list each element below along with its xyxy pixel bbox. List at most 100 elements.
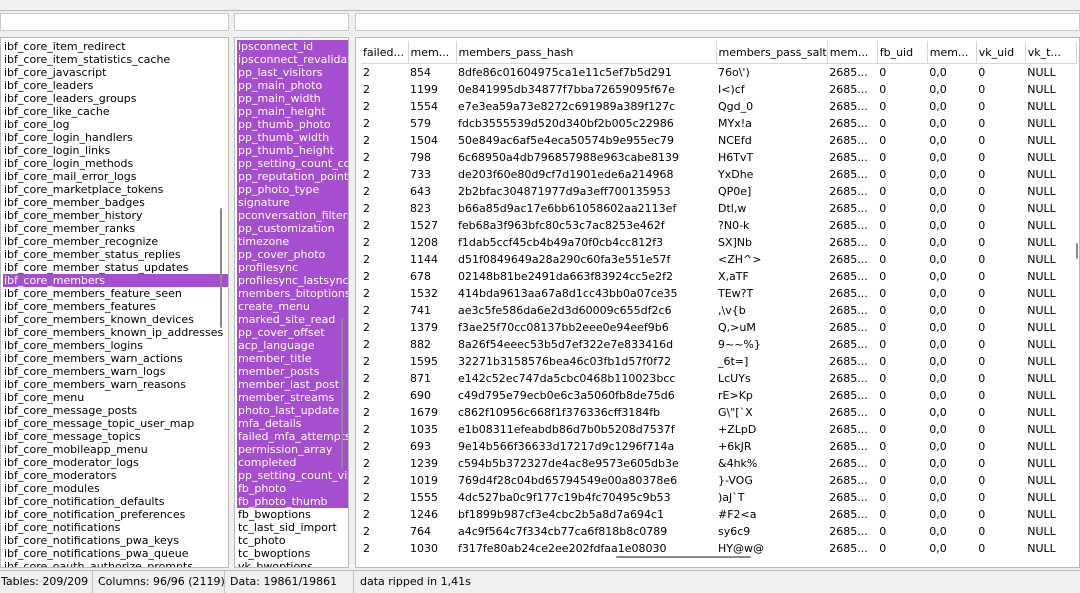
table-cell[interactable]: e142c52ec747da5cbc0468b110023bcc — [456, 370, 716, 387]
table-cell[interactable]: NULL — [1025, 387, 1076, 404]
table-cell[interactable]: a4c9f564c7f334cb77ca6f818b8c0789 — [456, 523, 716, 540]
table-cell[interactable]: 2 — [361, 251, 408, 268]
table-cell[interactable]: 2685... — [827, 404, 877, 421]
table-cell[interactable]: 0 — [877, 200, 927, 217]
table-cell[interactable]: 0 — [877, 81, 927, 98]
table-cell[interactable]: f1dab5ccf45cb4b49a70f0cb4cc812f3 — [456, 234, 716, 251]
column-item-selected[interactable]: pp_cover_photo — [237, 248, 348, 261]
table-item[interactable]: ibf_core_login_handlers — [3, 131, 228, 144]
table-item[interactable]: ibf_core_modules — [3, 482, 228, 495]
table-cell[interactable]: 1199 — [408, 81, 456, 98]
column-item-selected[interactable]: member_streams — [237, 391, 348, 404]
table-cell[interactable]: 2 — [361, 387, 408, 404]
table-cell[interactable]: 0 — [877, 353, 927, 370]
table-cell[interactable]: 2 — [361, 166, 408, 183]
table-row[interactable]: 2 1239 c594b5b372327de4ac8e9573e605db3e &4h… — [361, 455, 1076, 472]
column-item-selected[interactable]: profilesync — [237, 261, 348, 274]
table-cell[interactable]: 2685... — [827, 183, 877, 200]
table-cell[interactable]: 0 — [976, 217, 1025, 234]
table-cell[interactable]: 76o\') — [716, 64, 827, 82]
table-cell[interactable]: Qgd_0 — [716, 98, 827, 115]
table-cell[interactable]: NULL — [1025, 234, 1076, 251]
column-item-selected[interactable]: pp_thumb_photo — [237, 118, 348, 131]
table-cell[interactable]: 2685... — [827, 132, 877, 149]
table-item[interactable]: ibf_core_member_status_updates — [3, 261, 228, 274]
table-cell[interactable]: NULL — [1025, 81, 1076, 98]
table-item[interactable]: ibf_core_members_known_devices — [3, 313, 228, 326]
table-cell[interactable]: 2685... — [827, 455, 877, 472]
table-cell[interactable]: 1504 — [408, 132, 456, 149]
table-cell[interactable]: 2685... — [827, 285, 877, 302]
column-item-selected[interactable]: create_menu — [237, 300, 348, 313]
table-cell[interactable]: 0 — [976, 81, 1025, 98]
table-cell[interactable]: 0 — [877, 506, 927, 523]
column-item-selected[interactable]: members_bitoptions — [237, 287, 348, 300]
table-cell[interactable]: 823 — [408, 200, 456, 217]
table-cell[interactable]: 0,0 — [927, 183, 976, 200]
table-cell[interactable]: 2685... — [827, 64, 877, 82]
table-cell[interactable]: 1035 — [408, 421, 456, 438]
table-cell[interactable]: H6TvT — [716, 149, 827, 166]
table-cell[interactable]: 32271b3158576bea46c03fb1d57f0f72 — [456, 353, 716, 370]
table-cell[interactable]: 9~~%} — [716, 336, 827, 353]
table-cell[interactable]: 2 — [361, 302, 408, 319]
tables-list[interactable]: ibf_core_item_redirect ibf_core_item_stat… — [3, 40, 228, 567]
table-item[interactable]: ibf_core_login_links — [3, 144, 228, 157]
table-item[interactable]: ibf_core_menu — [3, 391, 228, 404]
table-cell[interactable]: NULL — [1025, 183, 1076, 200]
table-item[interactable]: ibf_core_notification_preferences — [3, 508, 228, 521]
table-item[interactable]: ibf_core_member_badges — [3, 196, 228, 209]
table-cell[interactable]: ?N0-k — [716, 217, 827, 234]
table-cell[interactable]: 0 — [877, 166, 927, 183]
columns-panel[interactable]: ipsconnect_idipsconnect_revalidate_urlpp… — [234, 37, 349, 568]
table-cell[interactable]: 0 — [976, 98, 1025, 115]
table-cell[interactable]: 733 — [408, 166, 456, 183]
table-item[interactable]: ibf_core_members_known_ip_addresses — [3, 326, 228, 339]
table-cell[interactable]: 0,0 — [927, 81, 976, 98]
table-item[interactable]: ibf_core_message_posts — [3, 404, 228, 417]
table-cell[interactable]: NULL — [1025, 421, 1076, 438]
table-cell[interactable]: f3ae25f70cc08137bb2eee0e94eef9b6 — [456, 319, 716, 336]
table-cell[interactable]: 1030 — [408, 540, 456, 557]
table-row[interactable]: 2 1595 32271b3158576bea46c03fb1d57f0f72 _6t… — [361, 353, 1076, 370]
table-cell[interactable]: 0,0 — [927, 251, 976, 268]
table-cell[interactable]: NULL — [1025, 217, 1076, 234]
table-cell[interactable]: 2685... — [827, 217, 877, 234]
column-item-selected[interactable]: fb_photo_thumb — [237, 495, 348, 508]
table-row[interactable]: 2 1199 0e841995db34877f7bba72659095f67e I<)… — [361, 81, 1076, 98]
table-cell[interactable]: 0 — [976, 523, 1025, 540]
table-cell[interactable]: SX]Nb — [716, 234, 827, 251]
table-cell[interactable]: 0 — [877, 217, 927, 234]
table-cell[interactable]: 0 — [976, 302, 1025, 319]
table-cell[interactable]: 0,0 — [927, 115, 976, 132]
table-cell[interactable]: 2 — [361, 98, 408, 115]
column-item-selected[interactable]: pp_cover_offset — [237, 326, 348, 339]
table-row[interactable]: 2 882 8a26f54eeec53b5d7ef322e7e833416d 9~~%… — [361, 336, 1076, 353]
column-item-selected[interactable]: pp_customization — [237, 222, 348, 235]
table-row[interactable]: 2 1144 d51f0849649a28a290c60fa3e551e57f <ZH… — [361, 251, 1076, 268]
table-cell[interactable]: NULL — [1025, 132, 1076, 149]
table-cell[interactable]: 2 — [361, 234, 408, 251]
table-cell[interactable]: 0,0 — [927, 302, 976, 319]
table-cell[interactable]: 2 — [361, 421, 408, 438]
table-row[interactable]: 2 1379 f3ae25f70cc08137bb2eee0e94eef9b6 Q,>… — [361, 319, 1076, 336]
column-item-selected[interactable]: fb_photo — [237, 482, 348, 495]
table-item[interactable]: ibf_core_mobileapp_menu — [3, 443, 228, 456]
table-cell[interactable]: d51f0849649a28a290c60fa3e551e57f — [456, 251, 716, 268]
table-cell[interactable]: 0 — [877, 523, 927, 540]
table-item[interactable]: ibf_core_moderator_logs — [3, 456, 228, 469]
table-row[interactable]: 2 1679 c862f10956c668f1f376336cff3184fb G\"… — [361, 404, 1076, 421]
table-cell[interactable]: 2 — [361, 353, 408, 370]
column-item-selected[interactable]: pp_thumb_height — [237, 144, 348, 157]
table-item[interactable]: ibf_core_members_warn_logs — [3, 365, 228, 378]
table-row[interactable]: 2 1019 769d4f28c04bd65794549e00a80378e6}-V… — [361, 472, 1076, 489]
table-item[interactable]: ibf_core_item_statistics_cache — [3, 53, 228, 66]
table-cell[interactable]: 0 — [877, 251, 927, 268]
table-cell[interactable]: NULL — [1025, 489, 1076, 506]
table-row[interactable]: 2 1208 f1dab5ccf45cb4b49a70f0cb4cc812f3 SX]… — [361, 234, 1076, 251]
column-item[interactable]: tc_last_sid_import — [237, 521, 348, 534]
table-cell[interactable]: 2 — [361, 149, 408, 166]
table-cell[interactable]: 1555 — [408, 489, 456, 506]
table-cell[interactable]: 2685... — [827, 523, 877, 540]
table-cell[interactable]: 1019 — [408, 472, 456, 489]
